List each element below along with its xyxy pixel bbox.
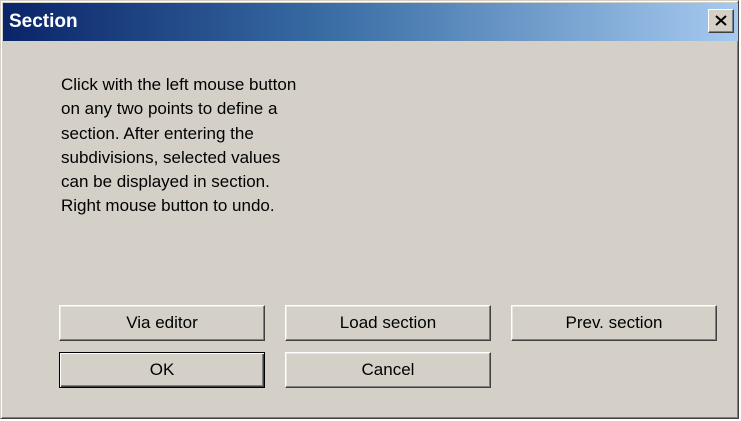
ok-button[interactable]: OK	[59, 352, 265, 388]
load-section-button[interactable]: Load section	[285, 305, 491, 341]
close-button[interactable]	[708, 9, 734, 33]
cancel-button[interactable]: Cancel	[285, 352, 491, 388]
instruction-line: section. After entering the	[61, 123, 254, 143]
instruction-line: Right mouse button to undo.	[61, 196, 275, 216]
instruction-line: subdivisions, selected values	[61, 147, 281, 167]
close-icon	[715, 15, 727, 26]
instruction-line: Click with the left mouse button	[61, 75, 297, 94]
section-dialog: Section Click with the left mouse button…	[0, 0, 739, 419]
via-editor-button[interactable]: Via editor	[59, 305, 265, 341]
title-bar[interactable]: Section	[3, 3, 738, 41]
dialog-title: Section	[9, 11, 78, 32]
instruction-line: on any two points to define a	[61, 99, 278, 119]
prev-section-button[interactable]: Prev. section	[511, 305, 717, 341]
instruction-line: can be displayed in section.	[61, 172, 270, 192]
instruction-text: Click with the left mouse button on any …	[61, 73, 421, 219]
